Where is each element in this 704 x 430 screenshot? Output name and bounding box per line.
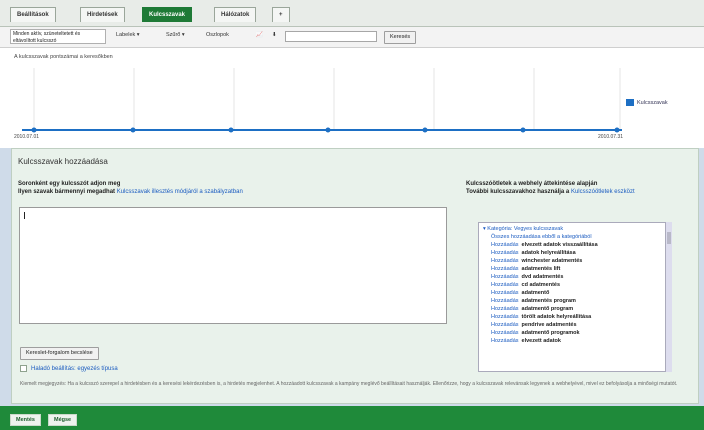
keyword-text: adatmentő program <box>521 306 574 312</box>
search-button[interactable]: Keresés <box>384 31 417 44</box>
list-scrollbar[interactable] <box>665 222 672 372</box>
list-item[interactable]: Hozzáadás adatmentés lift <box>491 266 560 273</box>
list-item[interactable]: Hozzáadás pendrive adatmentés <box>491 322 577 329</box>
keyword-ideas-title: Kulcsszóötletek a webhely áttekintése al… <box>466 181 598 187</box>
instruction-line1: Soronként egy kulcsszót adjon meg <box>18 181 121 187</box>
labels-menu[interactable]: Labelek ▾ <box>116 32 140 38</box>
add-tab-button[interactable]: + <box>272 7 290 22</box>
tab-keywords[interactable]: Kulcsszavak <box>142 7 193 22</box>
add-link[interactable]: Hozzáadás <box>491 242 519 248</box>
add-link[interactable]: Hozzáadás <box>491 258 519 264</box>
keyword-text: cd adatmentés <box>521 282 561 288</box>
add-link[interactable]: Hozzáadás <box>491 266 519 272</box>
data-point <box>130 127 136 133</box>
instruction-text: Ilyen szavak bármennyi megadhat <box>18 189 116 195</box>
list-item[interactable]: Hozzáadás törölt adatok helyreállítása <box>491 314 591 321</box>
add-all-link[interactable]: Összes hozzáadása ebből a kategóriából <box>491 234 592 240</box>
keyword-text: elvezett adatok visszaállítása <box>521 242 598 248</box>
chart-icon[interactable]: 📈 <box>256 32 263 38</box>
add-keywords-panel: Kulcsszavak hozzáadása Soronként egy kul… <box>11 148 699 404</box>
list-item[interactable]: Hozzáadás adatmentő <box>491 290 549 297</box>
advanced-label: Haladó beállítás: egyezés típusa <box>31 366 118 373</box>
save-button[interactable]: Mentés <box>10 414 41 426</box>
panel-title: Kulcsszavak hozzáadása <box>18 157 108 166</box>
data-point <box>325 127 331 133</box>
keyword-text: pendrive adatmentés <box>521 322 577 328</box>
list-item[interactable]: ▾ Kategória: Vegyes kulcsszavak <box>483 226 563 233</box>
keyword-ideas-list: ▾ Kategória: Vegyes kulcsszavak Összes h… <box>478 222 672 372</box>
scroll-thumb[interactable] <box>667 232 671 244</box>
keywords-textarea[interactable] <box>19 207 447 324</box>
chart-svg <box>22 68 622 133</box>
cancel-button[interactable]: Mégse <box>48 414 78 426</box>
advanced-checkbox[interactable] <box>20 365 27 372</box>
tab-settings[interactable]: Beállítások <box>10 7 56 22</box>
keyword-text: adatok helyreállítása <box>521 250 576 256</box>
data-point <box>31 127 37 133</box>
keyword-text: adatmentő programok <box>521 330 580 336</box>
estimate-traffic-button[interactable]: Kereslet-forgalom becslése <box>20 347 99 360</box>
keyword-text: winchester adatmentés <box>521 258 583 264</box>
legend-swatch <box>626 99 634 106</box>
list-item[interactable]: Hozzáadás dvd adatmentés <box>491 274 563 281</box>
date-start: 2010.07.01 <box>14 134 40 140</box>
data-point <box>614 127 620 133</box>
keyword-text: törölt adatok helyreállítása <box>521 314 592 320</box>
keyword-ideas-header: Kulcsszóötletek a webhely áttekintése al… <box>466 180 688 196</box>
add-link[interactable]: Hozzáadás <box>491 298 519 304</box>
list-item[interactable]: Hozzáadás winchester adatmentés <box>491 258 582 265</box>
advanced-option-row[interactable]: Haladó beállítás: egyezés típusa <box>20 365 118 372</box>
keyword-text: adatmentés lift <box>521 266 561 272</box>
performance-chart: A kulcsszavak pontszámai a keresőkben Ku… <box>0 48 704 148</box>
category-link[interactable]: ▾ Kategória: Vegyes kulcsszavak <box>483 226 563 232</box>
list-item[interactable]: Hozzáadás adatmentő programok <box>491 330 580 337</box>
add-link[interactable]: Hozzáadás <box>491 250 519 256</box>
keyword-ideas-line2: További kulcsszavakhoz használja a Kulcs… <box>466 188 688 196</box>
list-item[interactable]: Hozzáadás elvezett adatok visszaállítása <box>491 242 598 249</box>
add-link[interactable]: Hozzáadás <box>491 290 519 296</box>
add-link[interactable]: Hozzáadás <box>491 338 519 344</box>
date-end: 2010.07.31 <box>598 134 624 140</box>
list-item[interactable]: Hozzáadás elvezett adatok <box>491 338 561 345</box>
footnote: Kiemelt megjegyzés: Ha a kulcsszó szerep… <box>20 381 678 387</box>
keyword-tool-link[interactable]: Kulcsszóötletek eszközt <box>571 189 635 195</box>
keyword-text: adatmentő <box>521 290 550 296</box>
keyword-text: elvezett adatok <box>521 338 561 344</box>
add-link[interactable]: Hozzáadás <box>491 282 519 288</box>
data-point <box>520 127 526 133</box>
keyword-ideas-text: További kulcsszavakhoz használja a <box>466 189 570 195</box>
chart-legend: Kulcsszavak <box>626 99 668 106</box>
add-link[interactable]: Hozzáadás <box>491 306 519 312</box>
text-caret <box>24 212 25 219</box>
legend-label: Kulcsszavak <box>637 99 668 106</box>
list-item[interactable]: Hozzáadás cd adatmentés <box>491 282 560 289</box>
keyword-text: dvd adatmentés <box>521 274 564 280</box>
instruction-line2: Ilyen szavak bármennyi megadhat Kulcssza… <box>18 188 243 196</box>
list-item[interactable]: Hozzáadás adatmentő program <box>491 306 573 313</box>
list-item[interactable]: Hozzáadás adatok helyreállítása <box>491 250 576 257</box>
instructions: Soronként egy kulcsszót adjon meg Ilyen … <box>18 180 243 196</box>
filter-menu-label: Szűrő <box>166 32 181 38</box>
download-icon[interactable]: ⬇ <box>272 32 277 38</box>
add-link[interactable]: Hozzáadás <box>491 314 519 320</box>
filter-menu[interactable]: Szűrő ▾ <box>166 32 185 38</box>
tab-ads[interactable]: Hirdetések <box>80 7 125 22</box>
add-link[interactable]: Hozzáadás <box>491 274 519 280</box>
keyword-text: adatmentés program <box>521 298 576 304</box>
list-item[interactable]: Hozzáadás adatmentés program <box>491 298 576 305</box>
labels-menu-label: Labelek <box>116 32 136 38</box>
tab-networks[interactable]: Hálózatok <box>214 7 257 22</box>
instruction-link[interactable]: Kulcsszavak illesztés módjáról a szabály… <box>117 189 243 195</box>
add-link[interactable]: Hozzáadás <box>491 322 519 328</box>
add-link[interactable]: Hozzáadás <box>491 330 519 336</box>
list-item[interactable]: Összes hozzáadása ebből a kategóriából <box>491 234 592 241</box>
keyword-toolbar: Minden aktív, szüneteltetett és eltávolí… <box>0 27 704 48</box>
segment-select[interactable]: Minden aktív, szüneteltetett és eltávolí… <box>10 29 106 44</box>
top-tab-bar: Beállítások Hirdetések Kulcsszavak Hálóz… <box>0 0 704 27</box>
data-point <box>422 127 428 133</box>
data-point <box>228 127 234 133</box>
footer-bar: Mentés Mégse <box>0 406 704 430</box>
columns-menu[interactable]: Oszlopok <box>206 32 229 38</box>
search-input[interactable] <box>285 31 377 42</box>
